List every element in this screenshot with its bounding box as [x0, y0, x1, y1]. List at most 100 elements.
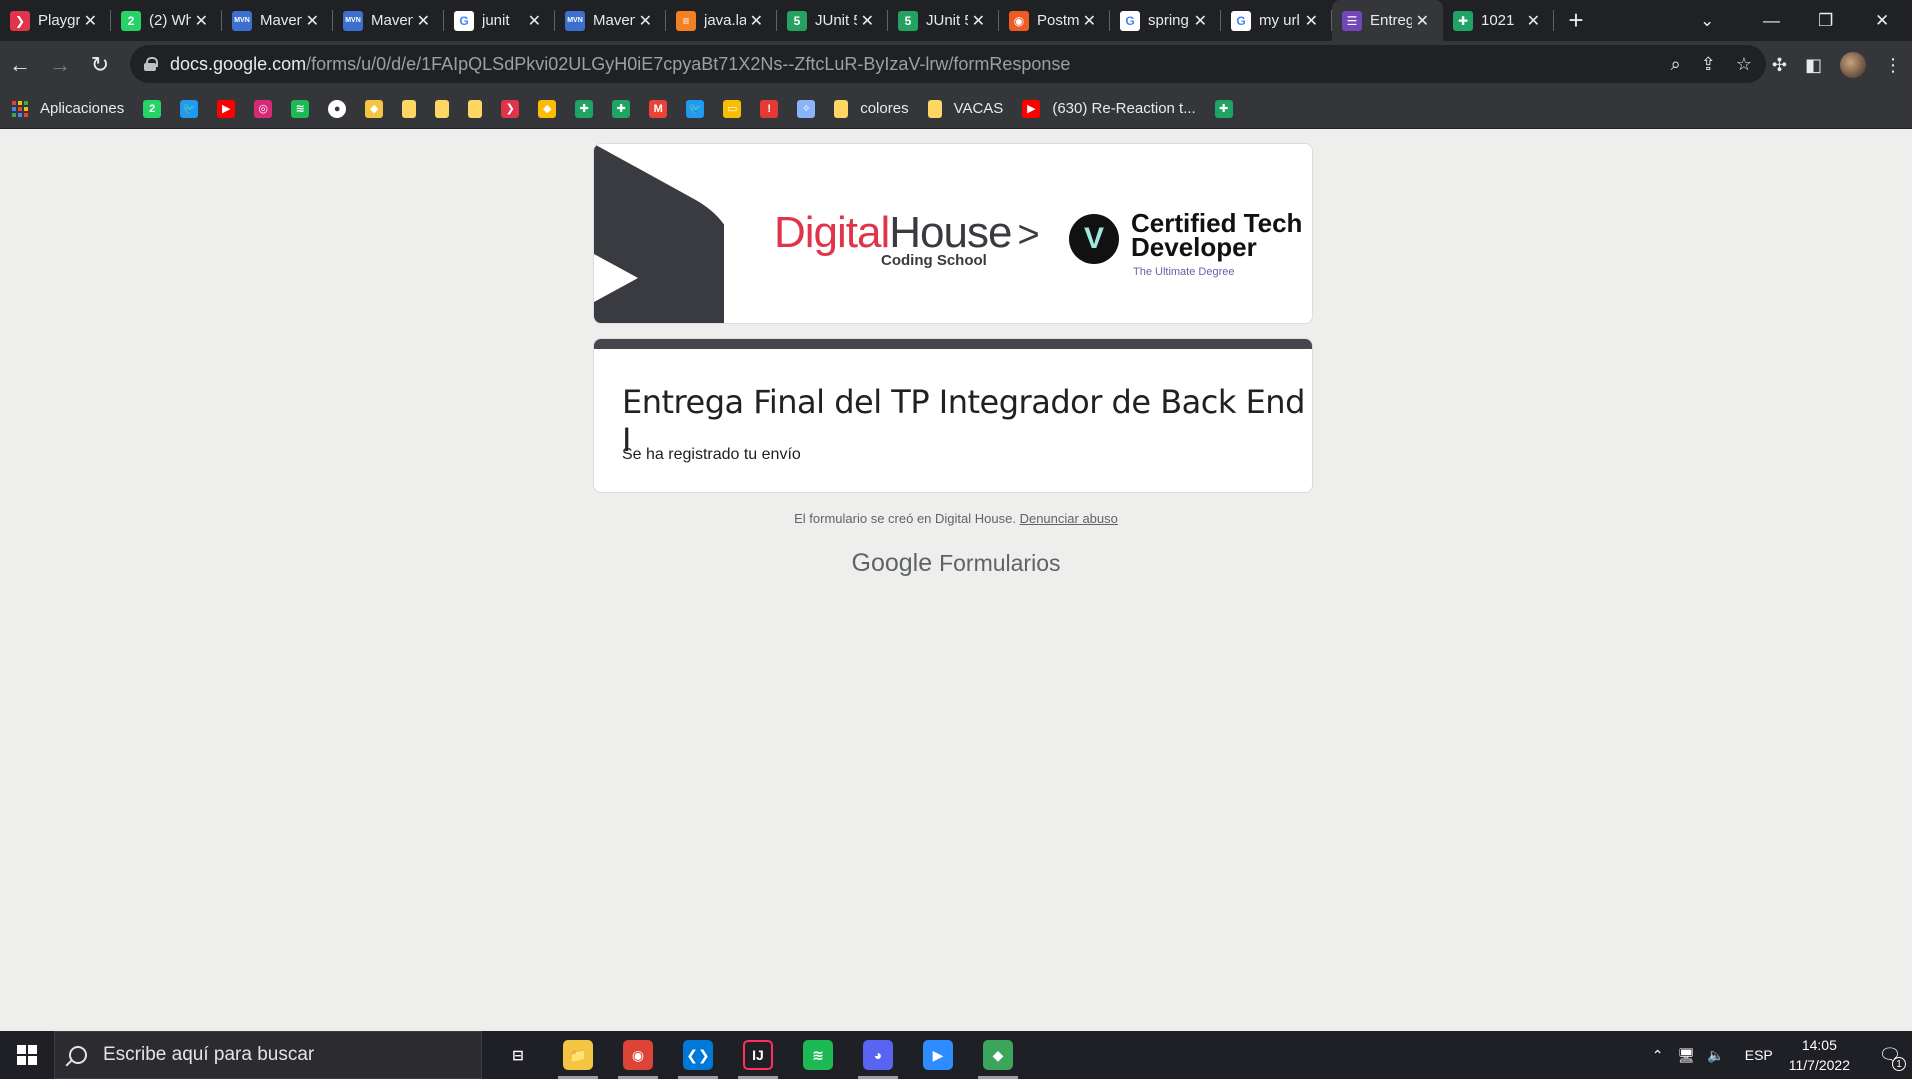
digital-house-logo: Digital House >: [774, 208, 1040, 258]
clock[interactable]: 14:05 11/7/2022: [1789, 1035, 1850, 1075]
close-tab-icon[interactable]: ✕: [639, 11, 652, 31]
zoom-icon[interactable]: ⌕: [1671, 54, 1681, 75]
new-tab-button[interactable]: +: [1556, 5, 1596, 36]
bookmark-item[interactable]: 🐦: [686, 99, 705, 118]
tab-search-button[interactable]: ⌄: [1700, 0, 1714, 41]
taskbar-search-input[interactable]: Escribe aquí para buscar: [54, 1031, 482, 1079]
address-bar[interactable]: docs.google.com/forms/u/0/d/e/1FAIpQLSdP…: [130, 45, 1766, 83]
notifications-button[interactable]: 🗨 1: [1868, 1031, 1912, 1079]
close-tab-icon[interactable]: ✕: [1083, 11, 1096, 31]
bookmark-item[interactable]: M: [649, 99, 668, 118]
close-tab-icon[interactable]: ✕: [306, 11, 319, 31]
dh-brand-arrow: >: [1017, 214, 1039, 256]
browser-tab[interactable]: ❯ Playground✕: [0, 0, 111, 41]
taskbar-app[interactable]: ≋: [788, 1031, 848, 1079]
browser-tab[interactable]: MVN Maven Repository✕: [333, 0, 444, 41]
network-icon[interactable]: 🖥: [1678, 1047, 1696, 1064]
bookmark-item[interactable]: ✧: [797, 99, 816, 118]
discord-icon: ◕: [863, 1040, 893, 1070]
junit-icon: 5: [787, 10, 807, 31]
mvn-icon: MVN: [565, 10, 585, 31]
browser-tab[interactable]: ◉ Postman✕: [999, 0, 1110, 41]
bookmark-item[interactable]: ◆: [538, 99, 557, 118]
volume-icon[interactable]: 🔈: [1707, 1047, 1724, 1064]
bookmark-item[interactable]: ●: [328, 99, 347, 118]
close-tab-icon[interactable]: ✕: [1416, 11, 1429, 31]
ctd-mark: V: [1083, 222, 1104, 255]
browser-tab[interactable]: Gmy url ✕: [1221, 0, 1332, 41]
google-forms-logo[interactable]: Google Formularios: [0, 549, 1912, 578]
taskbar-app[interactable]: ◉: [608, 1031, 668, 1079]
vscode-icon: ❮❯: [683, 1040, 713, 1070]
bookmark-item[interactable]: colores: [834, 99, 909, 118]
bookmark-item[interactable]: ▶ (630) Re-Reaction t...: [1022, 99, 1196, 118]
browser-tab[interactable]: Gjunit ✕: [444, 0, 555, 41]
bookmark-item[interactable]: Aplicaciones: [12, 100, 124, 117]
share-icon[interactable]: ⇪: [1701, 54, 1716, 75]
google-icon: G: [1231, 10, 1251, 31]
browser-tab[interactable]: ✚ 1021 ✕: [1443, 0, 1554, 41]
browser-tab[interactable]: ☰ Entrega Final✕: [1332, 0, 1443, 41]
bookmark-item[interactable]: [402, 99, 417, 118]
bookmark-item[interactable]: 🐦: [180, 99, 199, 118]
bookmark-item[interactable]: ✚: [612, 99, 631, 118]
taskbar-app[interactable]: ◆: [968, 1031, 1028, 1079]
close-tab-icon[interactable]: ✕: [528, 11, 541, 31]
close-tab-icon[interactable]: ✕: [195, 11, 208, 31]
close-tab-icon[interactable]: ✕: [972, 11, 985, 31]
taskbar-app[interactable]: IJ: [728, 1031, 788, 1079]
star-icon[interactable]: ☆: [1736, 54, 1752, 75]
browser-tab[interactable]: ≡ java.lang✕: [666, 0, 777, 41]
close-tab-icon[interactable]: ✕: [1527, 11, 1540, 31]
browser-tab[interactable]: 2 (2) WhatsApp✕: [111, 0, 222, 41]
bookmark-item[interactable]: 2: [143, 99, 162, 118]
bookmark-item[interactable]: ❯: [501, 99, 520, 118]
youtube-icon: ▶: [1022, 99, 1041, 118]
bookmark-item[interactable]: ▭: [723, 99, 742, 118]
back-button[interactable]: ←: [0, 45, 40, 85]
avatar[interactable]: [1840, 52, 1866, 78]
taskbar-app[interactable]: ⊟: [488, 1031, 548, 1079]
close-tab-icon[interactable]: ✕: [750, 11, 763, 31]
taskbar-app[interactable]: 📁: [548, 1031, 608, 1079]
reload-button[interactable]: ↻: [80, 45, 120, 85]
bookmark-item[interactable]: ◆: [365, 99, 384, 118]
minimize-button[interactable]: —: [1763, 0, 1780, 41]
close-tab-icon[interactable]: ✕: [417, 11, 430, 31]
start-button[interactable]: [0, 1031, 54, 1079]
close-tab-icon[interactable]: ✕: [1194, 11, 1207, 31]
browser-tab[interactable]: 5 JUnit 5✕: [888, 0, 999, 41]
url-path: /forms/u/0/d/e/1FAIpQLSdPkvi02ULGyH0iE7c…: [306, 53, 1071, 74]
bookmark-item[interactable]: [468, 99, 483, 118]
bookmarks-bar: Aplicaciones 2 🐦 ▶ ◎ ≋ ● ◆ ❯ ◆ ✚ ✚ M 🐦 ▭! ✧ colores VACAS…: [0, 89, 1912, 129]
play-shape-icon: [594, 144, 724, 323]
taskbar-app[interactable]: ❮❯: [668, 1031, 728, 1079]
close-window-button[interactable]: ✕: [1875, 0, 1889, 41]
google-icon: G: [454, 10, 474, 31]
bookmark-item[interactable]: ✚: [1214, 99, 1233, 118]
taskbar-app[interactable]: ▶: [908, 1031, 968, 1079]
bookmark-item[interactable]: VACAS: [927, 99, 1003, 118]
bookmark-item[interactable]: ≋: [291, 99, 310, 118]
close-tab-icon[interactable]: ✕: [84, 11, 97, 31]
browser-tab[interactable]: MVN Maven Repository✕: [555, 0, 666, 41]
report-abuse-link[interactable]: Denunciar abuso: [1020, 511, 1118, 526]
bookmark-item[interactable]: ◎: [254, 99, 273, 118]
side-panel-icon[interactable]: ◧: [1805, 55, 1822, 76]
taskbar-app[interactable]: ◕: [848, 1031, 908, 1079]
browser-tab[interactable]: 5 JUnit 5✕: [777, 0, 888, 41]
extensions-puzzle-icon[interactable]: ✣: [1772, 55, 1787, 76]
restore-button[interactable]: ❐: [1818, 0, 1833, 41]
browser-tab[interactable]: MVN Maven Repository✕: [222, 0, 333, 41]
kebab-menu-icon[interactable]: ⋮: [1884, 55, 1902, 76]
browser-tab[interactable]: Gspring ✕: [1110, 0, 1221, 41]
chevron-up-icon[interactable]: ⌃: [1652, 1047, 1664, 1064]
bookmark-item[interactable]: ▶: [217, 99, 236, 118]
language-indicator[interactable]: ESP: [1745, 1047, 1773, 1063]
bookmark-item[interactable]: !: [760, 99, 779, 118]
close-tab-icon[interactable]: ✕: [861, 11, 874, 31]
close-tab-icon[interactable]: ✕: [1305, 11, 1318, 31]
forward-button[interactable]: →: [40, 45, 80, 85]
bookmark-item[interactable]: [435, 99, 450, 118]
bookmark-item[interactable]: ✚: [575, 99, 594, 118]
